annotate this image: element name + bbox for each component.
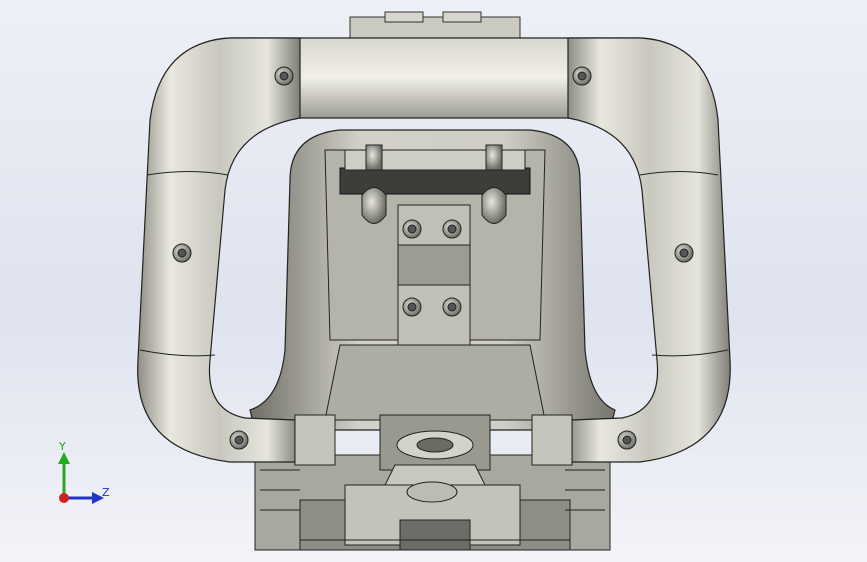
left-side-clamp — [294, 414, 336, 466]
z-axis-label: Z — [102, 486, 110, 499]
cad-model-render — [137, 11, 731, 551]
top-tab-left — [384, 11, 424, 23]
right-side-clamp — [531, 414, 573, 466]
top-tab-right — [442, 11, 482, 23]
top-block — [349, 16, 521, 40]
cad-viewport[interactable]: Y Z — [0, 0, 867, 562]
y-axis-label: Y — [59, 440, 66, 453]
lower-bracket — [324, 344, 546, 421]
coordinate-triad: Y Z — [50, 440, 120, 510]
